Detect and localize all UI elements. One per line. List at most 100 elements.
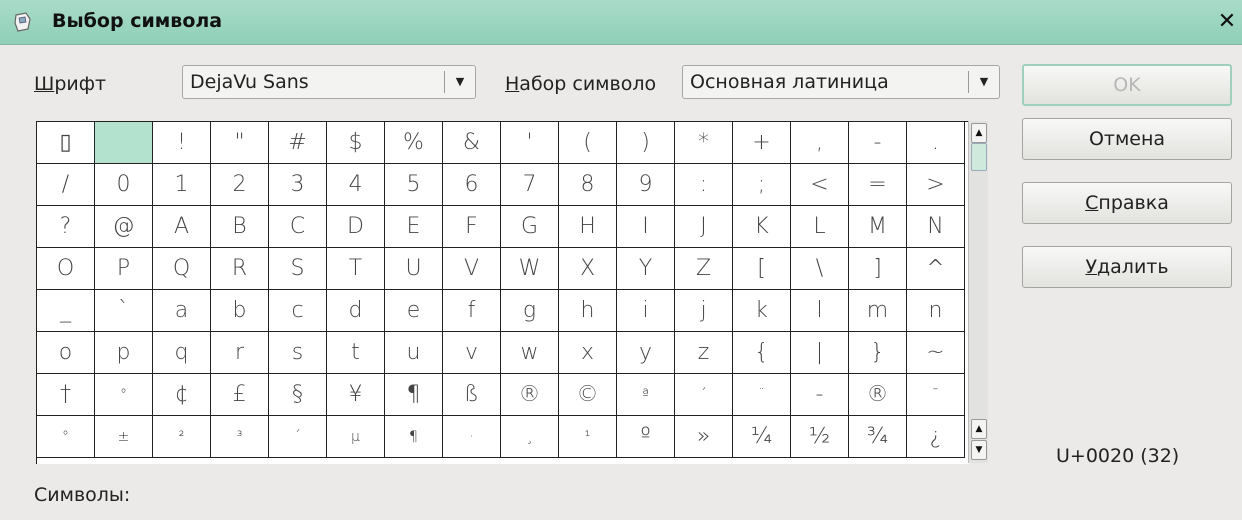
- character-cell[interactable]: W: [501, 248, 559, 290]
- character-cell[interactable]: d: [327, 290, 385, 332]
- character-cell[interactable]: L: [791, 206, 849, 248]
- character-cell[interactable]: ▯: [37, 122, 95, 164]
- scroll-down-icon[interactable]: ▼: [971, 440, 987, 460]
- character-cell[interactable]: :: [675, 164, 733, 206]
- character-cell[interactable]: ®: [501, 374, 559, 416]
- character-cell[interactable]: ,: [791, 122, 849, 164]
- character-cell[interactable]: B: [211, 206, 269, 248]
- character-cell[interactable]: ¸: [501, 416, 559, 458]
- character-cell[interactable]: P: [95, 248, 153, 290]
- character-cell[interactable]: p: [95, 332, 153, 374]
- chevron-down-icon[interactable]: ▼: [449, 70, 471, 94]
- character-cell[interactable]: a: [153, 290, 211, 332]
- character-cell[interactable]: »: [675, 416, 733, 458]
- character-cell[interactable]: _: [37, 290, 95, 332]
- character-cell[interactable]: !: [153, 122, 211, 164]
- character-cell[interactable]: ]: [849, 248, 907, 290]
- character-cell[interactable]: w: [501, 332, 559, 374]
- character-cell[interactable]: ": [211, 122, 269, 164]
- character-cell[interactable]: 9: [617, 164, 675, 206]
- character-cell[interactable]: y: [617, 332, 675, 374]
- character-cell[interactable]: /: [37, 164, 95, 206]
- character-cell[interactable]: §: [269, 374, 327, 416]
- character-cell[interactable]: ¥: [327, 374, 385, 416]
- character-cell[interactable]: ;: [733, 164, 791, 206]
- delete-button[interactable]: Удалить: [1022, 246, 1232, 288]
- close-button[interactable]: ✕: [1214, 8, 1240, 36]
- character-cell[interactable]: <: [791, 164, 849, 206]
- character-cell[interactable]: ª: [617, 374, 675, 416]
- character-cell[interactable]: Y: [617, 248, 675, 290]
- character-cell[interactable]: g: [501, 290, 559, 332]
- character-cell[interactable]: ¯: [907, 374, 965, 416]
- character-cell[interactable]: ½: [791, 416, 849, 458]
- character-cell[interactable]: q: [153, 332, 211, 374]
- scroll-up-icon[interactable]: ▲: [971, 419, 987, 439]
- grid-scrollbar[interactable]: ▲ ▲ ▼: [968, 121, 988, 463]
- character-cell[interactable]: ): [617, 122, 675, 164]
- character-cell[interactable]: m: [849, 290, 907, 332]
- character-cell[interactable]: ¢: [153, 374, 211, 416]
- character-cell[interactable]: ±: [95, 416, 153, 458]
- character-cell[interactable]: [: [733, 248, 791, 290]
- character-cell[interactable]: U: [385, 248, 443, 290]
- character-cell[interactable]: V: [443, 248, 501, 290]
- cancel-button[interactable]: Отмена: [1022, 118, 1232, 160]
- character-cell[interactable]: 3: [269, 164, 327, 206]
- character-cell[interactable]: o: [37, 332, 95, 374]
- character-cell[interactable]: r: [211, 332, 269, 374]
- character-cell[interactable]: ¶: [385, 374, 443, 416]
- character-cell[interactable]: -: [849, 122, 907, 164]
- character-cell[interactable]: (: [559, 122, 617, 164]
- character-cell[interactable]: $: [327, 122, 385, 164]
- character-cell[interactable]: A: [153, 206, 211, 248]
- character-cell[interactable]: 7: [501, 164, 559, 206]
- character-cell[interactable]: s: [269, 332, 327, 374]
- character-cell[interactable]: J: [675, 206, 733, 248]
- character-cell[interactable]: ©: [559, 374, 617, 416]
- character-cell[interactable]: ®: [849, 374, 907, 416]
- character-cell[interactable]: f: [443, 290, 501, 332]
- character-cell[interactable]: ¿: [907, 416, 965, 458]
- character-cell[interactable]: n: [907, 290, 965, 332]
- character-cell[interactable]: ¼: [733, 416, 791, 458]
- character-cell[interactable]: Z: [675, 248, 733, 290]
- character-cell[interactable]: M: [849, 206, 907, 248]
- character-cell[interactable]: b: [211, 290, 269, 332]
- character-cell[interactable]: H: [559, 206, 617, 248]
- character-cell[interactable]: l: [791, 290, 849, 332]
- character-cell[interactable]: 5: [385, 164, 443, 206]
- character-cell[interactable]: 2: [211, 164, 269, 206]
- character-cell[interactable]: I: [617, 206, 675, 248]
- character-cell[interactable]: º: [617, 416, 675, 458]
- character-cell[interactable]: `: [95, 290, 153, 332]
- character-cell[interactable]: 8: [559, 164, 617, 206]
- character-cell[interactable]: u: [385, 332, 443, 374]
- character-cell[interactable]: z: [675, 332, 733, 374]
- character-cell[interactable]: Q: [153, 248, 211, 290]
- character-cell[interactable]: °: [95, 374, 153, 416]
- character-cell[interactable]: £: [211, 374, 269, 416]
- character-cell[interactable]: %: [385, 122, 443, 164]
- character-cell[interactable]: t: [327, 332, 385, 374]
- scroll-up-icon[interactable]: ▲: [971, 123, 987, 143]
- help-button[interactable]: Справка: [1022, 182, 1232, 224]
- character-cell[interactable]: N: [907, 206, 965, 248]
- character-cell[interactable]: k: [733, 290, 791, 332]
- character-cell[interactable]: h: [559, 290, 617, 332]
- character-cell[interactable]: O: [37, 248, 95, 290]
- character-cell[interactable]: ¾: [849, 416, 907, 458]
- character-cell[interactable]: ³: [211, 416, 269, 458]
- character-cell[interactable]: |: [791, 332, 849, 374]
- character-cell[interactable]: ´: [675, 374, 733, 416]
- subset-select[interactable]: Основная латиница ▼: [682, 65, 1000, 99]
- character-cell[interactable]: v: [443, 332, 501, 374]
- character-cell[interactable]: @: [95, 206, 153, 248]
- character-cell[interactable]: j: [675, 290, 733, 332]
- character-cell[interactable]: ?: [37, 206, 95, 248]
- character-cell[interactable]: °: [37, 416, 95, 458]
- character-cell[interactable]: ¨: [733, 374, 791, 416]
- character-cell[interactable]: ': [501, 122, 559, 164]
- character-cell[interactable]: K: [733, 206, 791, 248]
- character-cell[interactable]: [95, 122, 153, 164]
